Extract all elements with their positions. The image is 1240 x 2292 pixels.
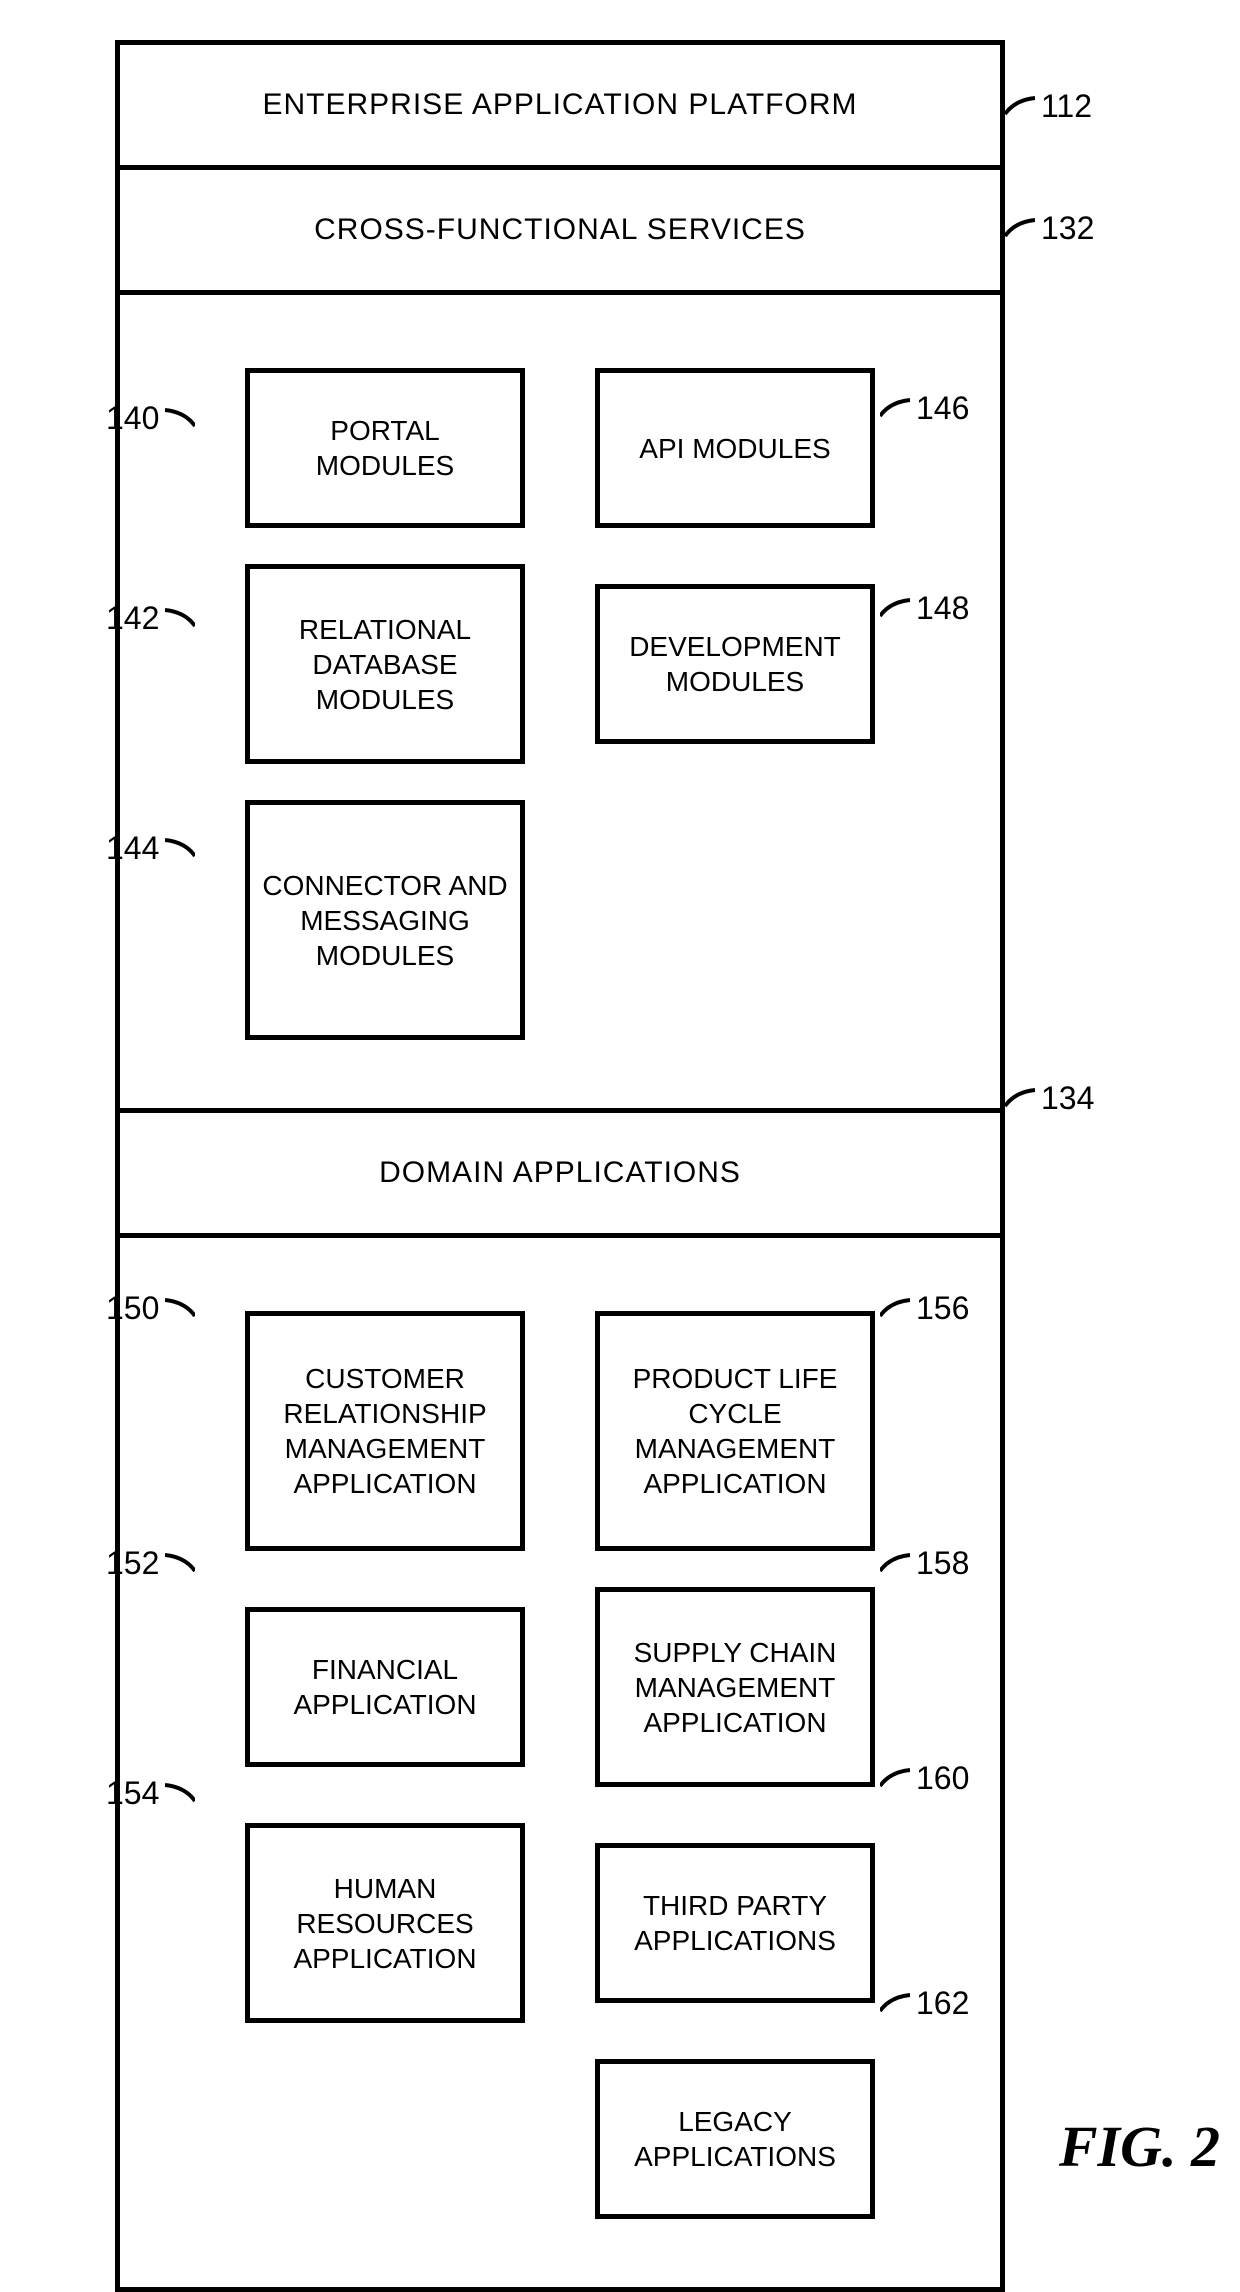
- lead-line-icon: [165, 834, 195, 864]
- hr-application-box: HUMAN RESOURCES APPLICATION: [245, 1823, 525, 2023]
- financial-application-box: FINANCIAL APPLICATION: [245, 1607, 525, 1767]
- relational-db-modules-box: RELATIONAL DATABASE MODULES: [245, 564, 525, 764]
- lead-line-icon: [1005, 214, 1035, 244]
- cross-functional-body: PORTAL MODULES API MODULES RELATIONAL DA…: [120, 295, 1000, 1113]
- domain-applications-title: DOMAIN APPLICATIONS: [120, 1113, 1000, 1238]
- ref-144-number: 144: [100, 830, 165, 867]
- domain-row-2: FINANCIAL APPLICATION SUPPLY CHAIN MANAG…: [120, 1569, 1000, 1805]
- ref-146: 146: [880, 390, 975, 427]
- ref-154: 154: [100, 1775, 195, 1812]
- cross-row-3: CONNECTOR AND MESSAGING MODULES: [120, 782, 1000, 1058]
- platform-title: ENTERPRISE APPLICATION PLATFORM: [120, 45, 1000, 170]
- cross-row-1: PORTAL MODULES API MODULES: [120, 350, 1000, 546]
- ref-152: 152: [100, 1545, 195, 1582]
- connector-messaging-modules-label: CONNECTOR AND MESSAGING MODULES: [262, 868, 508, 973]
- lead-line-icon: [880, 1294, 910, 1324]
- scm-application-label: SUPPLY CHAIN MANAGEMENT APPLICATION: [612, 1635, 858, 1740]
- crm-application-box: CUSTOMER RELATIONSHIP MANAGEMENT APPLICA…: [245, 1311, 525, 1551]
- lead-line-icon: [1005, 1084, 1035, 1114]
- connector-messaging-modules-box: CONNECTOR AND MESSAGING MODULES: [245, 800, 525, 1040]
- domain-row-4: LEGACY APPLICATIONS: [120, 2041, 1000, 2237]
- ref-134: 134: [1005, 1080, 1100, 1117]
- lead-line-icon: [880, 394, 910, 424]
- plm-application-label: PRODUCT LIFE CYCLE MANAGEMENT APPLICATIO…: [612, 1361, 858, 1501]
- domain-row-3: HUMAN RESOURCES APPLICATION THIRD PARTY …: [120, 1805, 1000, 2041]
- legacy-applications-label: LEGACY APPLICATIONS: [612, 2104, 858, 2174]
- third-party-applications-label: THIRD PARTY APPLICATIONS: [612, 1888, 858, 1958]
- ref-112: 112: [1005, 88, 1098, 125]
- ref-134-number: 134: [1035, 1080, 1100, 1117]
- ref-158: 158: [880, 1545, 975, 1582]
- financial-application-label: FINANCIAL APPLICATION: [262, 1652, 508, 1722]
- lead-line-icon: [165, 604, 195, 634]
- ref-132-number: 132: [1035, 210, 1100, 247]
- third-party-applications-box: THIRD PARTY APPLICATIONS: [595, 1843, 875, 2003]
- hr-application-label: HUMAN RESOURCES APPLICATION: [262, 1871, 508, 1976]
- figure-caption: FIG. 2: [1059, 2113, 1220, 2180]
- lead-line-icon: [165, 404, 195, 434]
- ref-156-number: 156: [910, 1290, 975, 1327]
- empty-slot: [245, 2134, 525, 2144]
- portal-modules-label: PORTAL MODULES: [262, 413, 508, 483]
- ref-146-number: 146: [910, 390, 975, 427]
- empty-slot: [595, 915, 875, 925]
- lead-line-icon: [880, 1764, 910, 1794]
- cross-row-2: RELATIONAL DATABASE MODULES DEVELOPMENT …: [120, 546, 1000, 782]
- legacy-applications-box: LEGACY APPLICATIONS: [595, 2059, 875, 2219]
- scm-application-box: SUPPLY CHAIN MANAGEMENT APPLICATION: [595, 1587, 875, 1787]
- ref-162-number: 162: [910, 1985, 975, 2022]
- development-modules-label: DEVELOPMENT MODULES: [612, 629, 858, 699]
- portal-modules-box: PORTAL MODULES: [245, 368, 525, 528]
- platform-title-text: ENTERPRISE APPLICATION PLATFORM: [263, 88, 858, 122]
- lead-line-icon: [880, 1549, 910, 1579]
- lead-line-icon: [165, 1549, 195, 1579]
- api-modules-box: API MODULES: [595, 368, 875, 528]
- figure-caption-text: FIG. 2: [1059, 2114, 1220, 2179]
- ref-112-number: 112: [1035, 88, 1098, 125]
- lead-line-icon: [165, 1779, 195, 1809]
- ref-160-number: 160: [910, 1760, 975, 1797]
- lead-line-icon: [880, 1989, 910, 2019]
- ref-150-number: 150: [100, 1290, 165, 1327]
- ref-148-number: 148: [910, 590, 975, 627]
- ref-148: 148: [880, 590, 975, 627]
- domain-row-1: CUSTOMER RELATIONSHIP MANAGEMENT APPLICA…: [120, 1293, 1000, 1569]
- ref-144: 144: [100, 830, 195, 867]
- cross-functional-title: CROSS-FUNCTIONAL SERVICES: [120, 170, 1000, 295]
- ref-160: 160: [880, 1760, 975, 1797]
- ref-152-number: 152: [100, 1545, 165, 1582]
- plm-application-box: PRODUCT LIFE CYCLE MANAGEMENT APPLICATIO…: [595, 1311, 875, 1551]
- outer-container: ENTERPRISE APPLICATION PLATFORM CROSS-FU…: [115, 40, 1005, 2292]
- cross-functional-title-text: CROSS-FUNCTIONAL SERVICES: [314, 213, 806, 247]
- api-modules-label: API MODULES: [639, 431, 830, 466]
- development-modules-box: DEVELOPMENT MODULES: [595, 584, 875, 744]
- lead-line-icon: [880, 594, 910, 624]
- ref-142: 142: [100, 600, 195, 637]
- page: ENTERPRISE APPLICATION PLATFORM CROSS-FU…: [0, 0, 1240, 2215]
- domain-applications-title-text: DOMAIN APPLICATIONS: [379, 1156, 741, 1190]
- domain-applications-body: CUSTOMER RELATIONSHIP MANAGEMENT APPLICA…: [120, 1238, 1000, 2287]
- ref-140-number: 140: [100, 400, 165, 437]
- ref-162: 162: [880, 1985, 975, 2022]
- ref-150: 150: [100, 1290, 195, 1327]
- ref-132: 132: [1005, 210, 1100, 247]
- lead-line-icon: [165, 1294, 195, 1324]
- ref-158-number: 158: [910, 1545, 975, 1582]
- lead-line-icon: [1005, 92, 1035, 122]
- ref-156: 156: [880, 1290, 975, 1327]
- ref-154-number: 154: [100, 1775, 165, 1812]
- ref-142-number: 142: [100, 600, 165, 637]
- ref-140: 140: [100, 400, 195, 437]
- crm-application-label: CUSTOMER RELATIONSHIP MANAGEMENT APPLICA…: [262, 1361, 508, 1501]
- relational-db-modules-label: RELATIONAL DATABASE MODULES: [262, 612, 508, 717]
